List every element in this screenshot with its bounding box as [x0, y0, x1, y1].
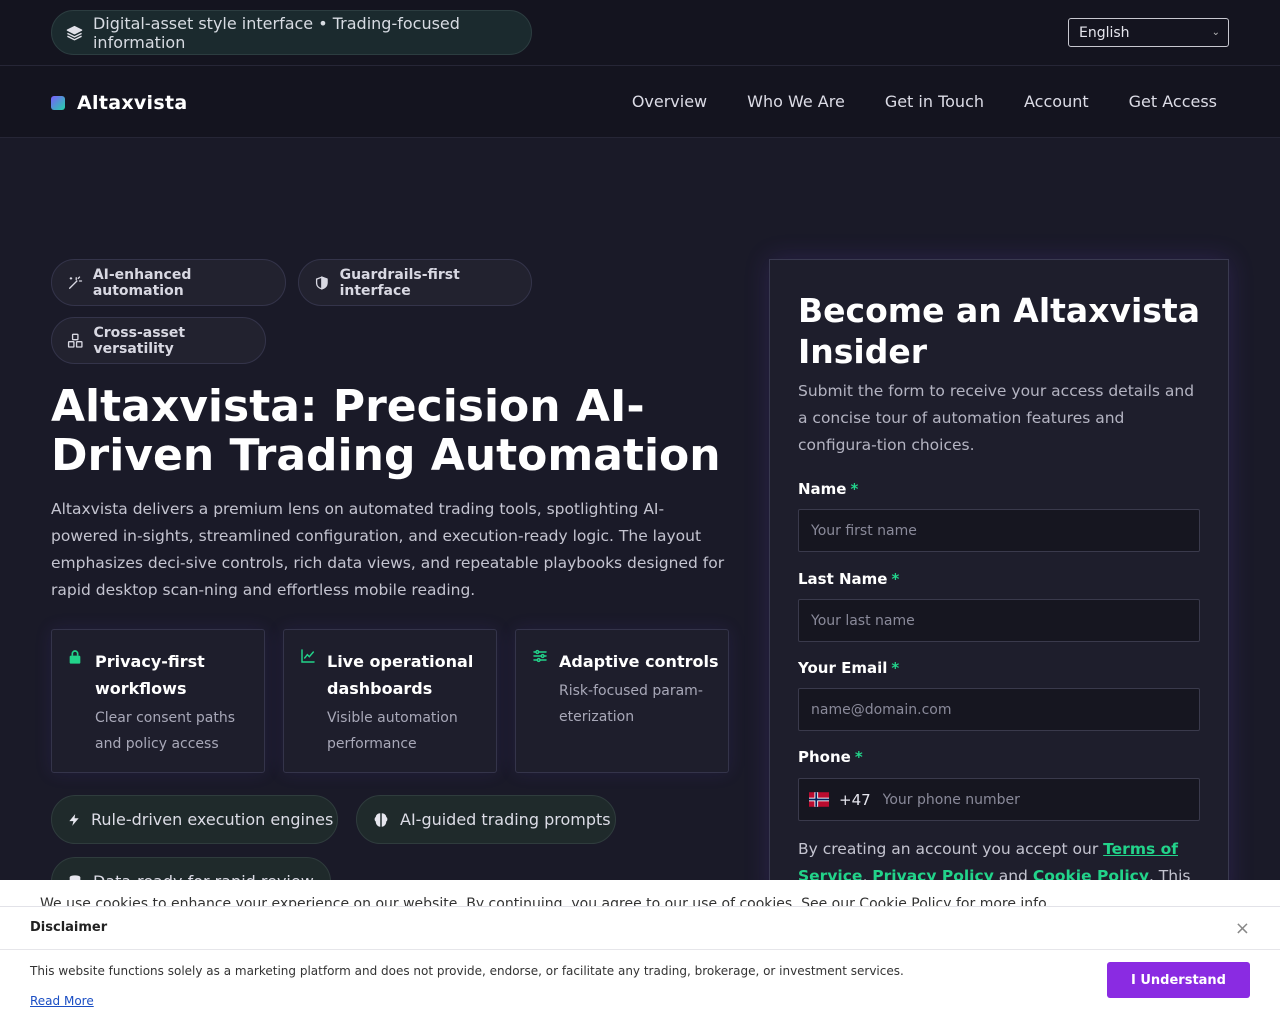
language-value: English	[1079, 24, 1130, 41]
form-subtitle: Submit the form to receive your access d…	[798, 382, 1195, 454]
feature-card-adaptive: Adaptive controls Risk-focused param-ete…	[515, 629, 729, 773]
nav-links: Overview Who We Are Get in Touch Account…	[632, 92, 1217, 111]
form-title: Become an Altaxvista Insider	[798, 291, 1200, 371]
disclaimer-title: Disclaimer	[30, 920, 108, 935]
brand-logo[interactable]: Altaxvista	[51, 92, 188, 114]
badge-ai-automation: AI-enhanced automation	[51, 259, 286, 306]
disclaimer-banner: Disclaimer × This website functions sole…	[0, 906, 1280, 1024]
badge-guardrails: Guardrails-first interface	[298, 259, 532, 306]
terms-prefix: By creating an account you accept our	[798, 840, 1104, 858]
phone-field: +47	[798, 778, 1200, 821]
feature-description: Risk-focused param-eterization	[559, 683, 703, 725]
feature-description: Clear consent paths and policy access	[95, 710, 236, 752]
phone-label: Phone *	[798, 748, 863, 766]
pill-ai-prompts: AI-guided trading prompts	[356, 795, 616, 844]
hero-description: Altaxvista delivers a premium lens on au…	[51, 500, 725, 599]
feature-card-dashboards: Live operational dashboards Visible auto…	[283, 629, 497, 773]
required-mark: *	[850, 480, 859, 498]
cookie-banner: We use cookies to enhance your experienc…	[0, 880, 1280, 906]
cookie-text: We use cookies to enhance your experienc…	[40, 896, 1051, 906]
badge-label: Cross-asset versatility	[93, 324, 186, 357]
read-more-link[interactable]: Read More	[30, 994, 94, 1008]
dial-code[interactable]: +47	[839, 791, 871, 809]
chevron-down-icon: ⌄	[1211, 27, 1220, 38]
cubes-icon	[67, 333, 83, 348]
phone-label-text: Phone	[798, 748, 851, 766]
email-label: Your Email *	[798, 659, 899, 677]
phone-input[interactable]	[882, 791, 1183, 808]
hero-title: Altaxvista: Precision AI-Driven Trading …	[51, 381, 721, 481]
feature-description: Visible automation performance	[327, 710, 458, 752]
lock-icon	[69, 650, 81, 664]
required-mark: *	[854, 748, 863, 766]
sliders-icon	[533, 649, 547, 663]
last-name-input[interactable]	[798, 599, 1200, 642]
nav-link-overview[interactable]: Overview	[632, 92, 707, 111]
brain-icon	[374, 812, 388, 827]
pill-label: Rule-driven execution engines	[91, 810, 334, 829]
top-info-text: Digital-asset style interface • Trading-…	[92, 13, 460, 52]
feature-title: Privacy-first workflows	[95, 652, 205, 698]
magic-wand-icon	[68, 275, 83, 289]
main-navbar: Altaxvista Overview Who We Are Get in To…	[0, 66, 1280, 138]
first-name-input[interactable]	[798, 509, 1200, 552]
feature-title: Adaptive controls	[559, 652, 719, 671]
nav-link-account[interactable]: Account	[1024, 92, 1089, 111]
email-label-text: Your Email	[798, 659, 888, 677]
required-mark: *	[891, 659, 900, 677]
shield-icon	[315, 275, 328, 290]
first-name-label: Name *	[798, 480, 858, 498]
email-input[interactable]	[798, 688, 1200, 731]
signup-form-panel: Become an Altaxvista Insider Submit the …	[769, 259, 1229, 912]
badge-label: Guardrails-first interface	[339, 266, 460, 299]
i-understand-button[interactable]: I Understand	[1107, 962, 1250, 998]
required-mark: *	[891, 570, 900, 588]
nav-link-get-access[interactable]: Get Access	[1129, 92, 1217, 111]
disclaimer-header: Disclaimer ×	[0, 907, 1280, 950]
badge-label: AI-enhanced automation	[92, 266, 192, 299]
badge-cross-asset: Cross-asset versatility	[51, 317, 266, 364]
top-info-pill: Digital-asset style interface • Trading-…	[51, 10, 532, 55]
nav-link-who-we-are[interactable]: Who We Are	[747, 92, 845, 111]
last-name-label-text: Last Name	[798, 570, 888, 588]
chart-line-icon	[301, 649, 315, 663]
last-name-label: Last Name *	[798, 570, 899, 588]
language-select[interactable]: English ⌄	[1068, 18, 1229, 47]
feature-title: Live operational dashboards	[327, 652, 474, 698]
top-bar: Digital-asset style interface • Trading-…	[0, 0, 1280, 66]
close-icon[interactable]: ×	[1235, 918, 1250, 939]
pill-rule-driven: Rule-driven execution engines	[51, 795, 338, 844]
disclaimer-text: This website functions solely as a marke…	[30, 964, 904, 978]
brand-name: Altaxvista	[77, 92, 188, 114]
norway-flag-icon[interactable]	[809, 792, 829, 807]
bolt-icon	[69, 813, 79, 826]
layers-icon	[66, 25, 83, 40]
pill-label: AI-guided trading prompts	[400, 810, 611, 829]
nav-link-get-in-touch[interactable]: Get in Touch	[885, 92, 984, 111]
feature-card-privacy: Privacy-first workflows Clear consent pa…	[51, 629, 265, 773]
brand-mark-icon	[51, 96, 65, 110]
first-name-label-text: Name	[798, 480, 847, 498]
